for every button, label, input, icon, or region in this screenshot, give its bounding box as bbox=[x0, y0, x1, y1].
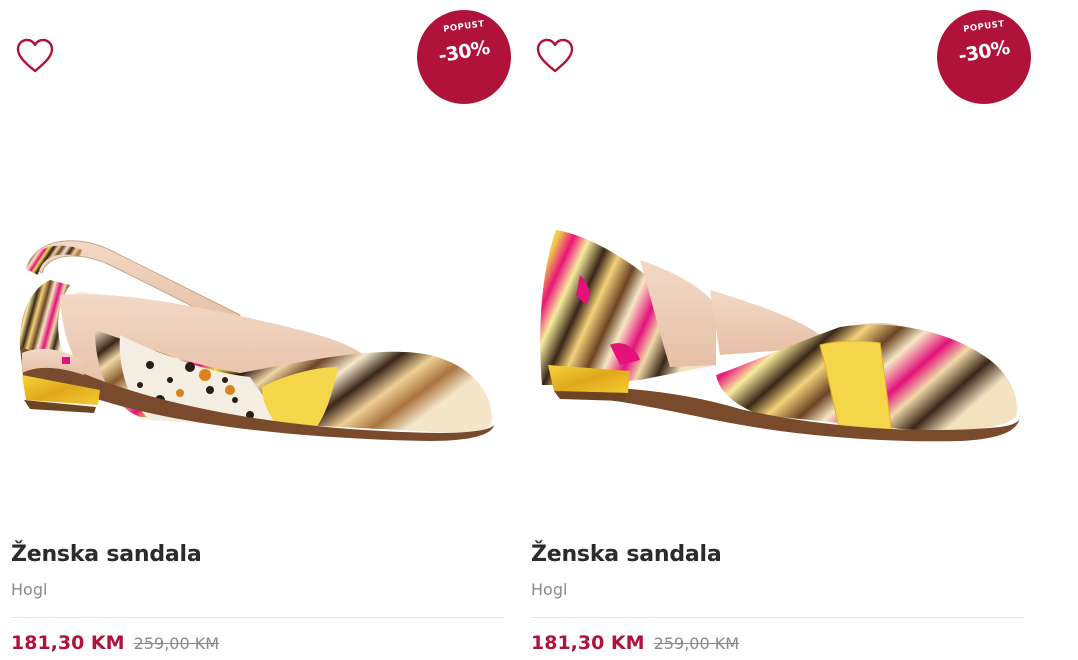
discount-badge-value: -30% bbox=[956, 36, 1012, 68]
price-row: 181,30 KM 259,00 KM bbox=[531, 632, 739, 654]
discount-badge-value: -30% bbox=[436, 36, 492, 68]
discount-badge: POPUST -30% bbox=[417, 10, 511, 104]
product-card[interactable]: POPUST -30% Ženska sandala Hogl 181,30 K… bbox=[520, 0, 1031, 660]
sale-price: 181,30 KM bbox=[11, 632, 125, 654]
product-image[interactable] bbox=[520, 195, 1030, 465]
heart-outline-icon[interactable] bbox=[534, 36, 576, 76]
original-price: 259,00 KM bbox=[653, 634, 740, 653]
heart-outline-icon[interactable] bbox=[14, 36, 56, 76]
product-brand: Hogl bbox=[531, 580, 568, 599]
product-title[interactable]: Ženska sandala bbox=[531, 542, 722, 567]
product-image[interactable] bbox=[0, 195, 510, 465]
product-title[interactable]: Ženska sandala bbox=[11, 542, 202, 567]
price-row: 181,30 KM 259,00 KM bbox=[11, 632, 219, 654]
divider bbox=[11, 617, 504, 618]
discount-badge: POPUST -30% bbox=[937, 10, 1031, 104]
divider bbox=[531, 617, 1024, 618]
sale-price: 181,30 KM bbox=[531, 632, 645, 654]
original-price: 259,00 KM bbox=[133, 634, 220, 653]
product-brand: Hogl bbox=[11, 580, 48, 599]
product-card[interactable]: POPUST -30% Ženska sandala Hogl 181,30 K… bbox=[0, 0, 511, 660]
